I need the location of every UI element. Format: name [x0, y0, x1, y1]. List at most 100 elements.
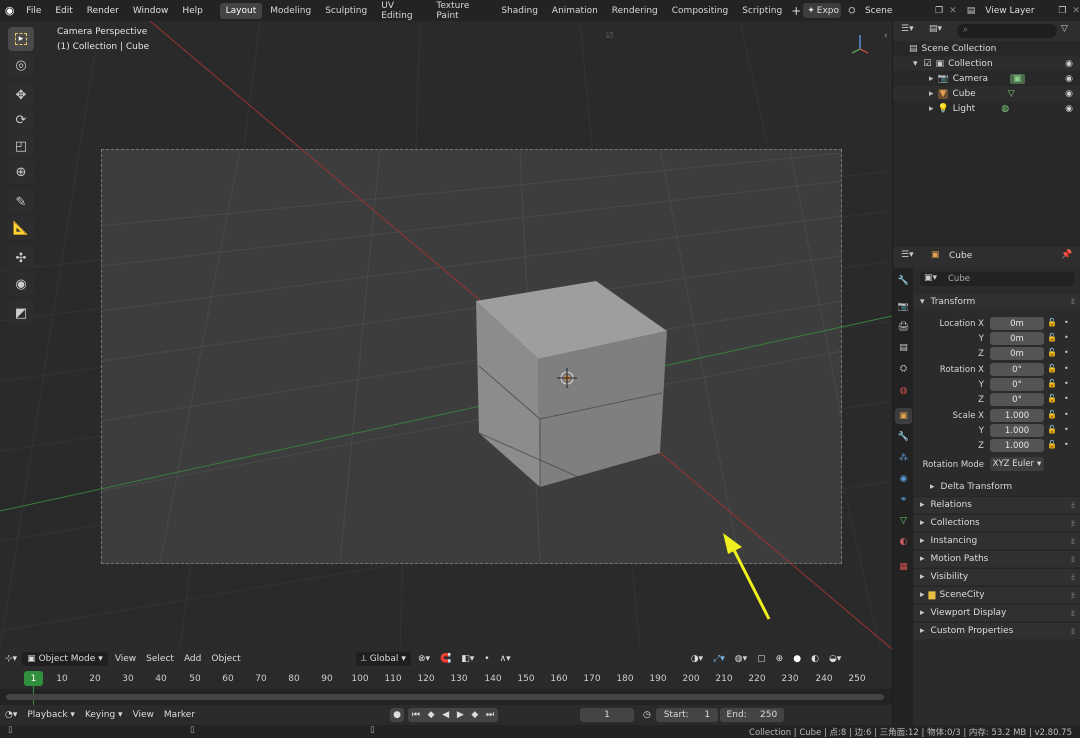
- menu-file[interactable]: File: [19, 6, 48, 16]
- lock-icon[interactable]: 🔓: [1047, 379, 1057, 388]
- output-tab-icon[interactable]: 🖨: [895, 319, 912, 335]
- outliner-row-cube[interactable]: ▸ ▼ Cube ▽ ◉: [893, 86, 1080, 101]
- scale-x-field[interactable]: 1.000: [990, 409, 1044, 422]
- outliner-search-input[interactable]: ⌕: [957, 24, 1057, 38]
- clock-icon[interactable]: ◷: [638, 708, 656, 722]
- view-layer-tab-icon[interactable]: ▤: [895, 340, 912, 356]
- rotation-mode-dropdown[interactable]: XYZ Euler ▾: [990, 457, 1044, 471]
- location-x-field[interactable]: 0m: [990, 317, 1044, 330]
- physics-tab-icon[interactable]: ◉: [895, 471, 912, 487]
- tab-modeling[interactable]: Modeling: [264, 3, 317, 19]
- keyframe-dot-icon[interactable]: •: [1064, 364, 1069, 373]
- camera-data-icon[interactable]: ▣: [1010, 73, 1025, 84]
- tab-sculpting[interactable]: Sculpting: [319, 3, 373, 19]
- scene-icon[interactable]: ⛭: [848, 6, 855, 16]
- data-tab-icon[interactable]: ▽: [895, 513, 912, 529]
- view-menu[interactable]: View: [110, 652, 141, 666]
- shading-wire-icon[interactable]: ⊕: [771, 652, 789, 666]
- add-menu[interactable]: Add: [179, 652, 206, 666]
- pivot-icon[interactable]: ⊗▾: [413, 652, 435, 666]
- drag-grip-icon[interactable]: ⁞⁞: [1071, 501, 1075, 510]
- annotate-tool[interactable]: ✎: [8, 190, 34, 214]
- keyframe-dot-icon[interactable]: •: [1064, 333, 1069, 342]
- lock-icon[interactable]: 🔓: [1047, 333, 1057, 342]
- object-tab-icon[interactable]: ▣: [895, 408, 912, 424]
- rotation-z-field[interactable]: 0°: [990, 393, 1044, 406]
- keyframe-dot-icon[interactable]: •: [1064, 318, 1069, 327]
- menu-window[interactable]: Window: [126, 6, 176, 16]
- scene-copy-icon[interactable]: ❐: [935, 6, 943, 16]
- rotation-y-field[interactable]: 0°: [990, 378, 1044, 391]
- pin-icon[interactable]: 📌: [1061, 250, 1072, 260]
- visibility-panel[interactable]: ▸ Visibility ⁞⁞: [914, 568, 1080, 585]
- tab-animation[interactable]: Animation: [546, 3, 604, 19]
- outliner-row-light[interactable]: ▸ 💡 Light ◍ ◉: [893, 101, 1080, 116]
- editor-type-icon[interactable]: ⊹▾: [0, 652, 22, 666]
- 3d-viewport[interactable]: Camera Perspective (1) Collection | Cube…: [0, 21, 892, 649]
- drag-grip-icon[interactable]: ⁞⁞: [1071, 555, 1075, 564]
- lock-icon[interactable]: 🔓: [1047, 394, 1057, 403]
- tab-layout[interactable]: Layout: [219, 2, 263, 19]
- cursor-tool[interactable]: ◎: [8, 53, 34, 77]
- visibility-icon[interactable]: ◑▾: [686, 652, 708, 666]
- view-layer-icon[interactable]: ▤: [967, 6, 976, 16]
- location-y-field[interactable]: 0m: [990, 332, 1044, 345]
- drag-grip-icon[interactable]: ⁞⁞: [1071, 591, 1075, 600]
- overlay-icon[interactable]: ◍▾: [730, 652, 752, 666]
- shading-render-icon[interactable]: ◒▾: [824, 652, 846, 666]
- world-tab-icon[interactable]: ◍: [895, 383, 912, 399]
- prev-keyframe-icon[interactable]: ◆: [428, 710, 435, 720]
- filter-icon[interactable]: ▽: [1061, 24, 1068, 34]
- lock-icon[interactable]: 🔓: [1047, 425, 1057, 434]
- delta-transform-subpanel[interactable]: ▸ Delta Transform: [924, 479, 1074, 495]
- lock-icon[interactable]: 🔓: [1047, 410, 1057, 419]
- viewport-display-panel[interactable]: ▸ Viewport Display ⁞⁞: [914, 604, 1080, 621]
- keyframe-dot-icon[interactable]: •: [1064, 379, 1069, 388]
- tab-shading[interactable]: Shading: [495, 3, 544, 19]
- outliner-row-collection[interactable]: ▾ ☑ ▣ Collection ◉: [893, 56, 1080, 71]
- transform-orientation-dropdown[interactable]: ⟂ Global ▾: [355, 652, 411, 666]
- tab-scripting[interactable]: Scripting: [736, 3, 788, 19]
- keying-menu[interactable]: Keying ▾: [80, 708, 128, 722]
- relations-panel[interactable]: ▸ Relations ⁞⁞: [914, 496, 1080, 513]
- end-frame-field[interactable]: End: 250: [719, 708, 784, 722]
- view-layer-copy-icon[interactable]: ❐: [1058, 6, 1066, 16]
- transform-panel-header[interactable]: ▾ Transform ⁞⁞: [914, 294, 1080, 309]
- mesh-data-icon[interactable]: ▽: [1008, 89, 1015, 99]
- custom-properties-panel[interactable]: ▸ Custom Properties ⁞⁞: [914, 622, 1080, 639]
- playback-menu[interactable]: Playback ▾: [22, 708, 80, 722]
- move-tool[interactable]: ✥: [8, 83, 34, 107]
- view-layer-name[interactable]: View Layer: [985, 6, 1048, 16]
- keyframe-dot-icon[interactable]: •: [1064, 348, 1069, 357]
- rotate-tool[interactable]: ⟳: [8, 108, 34, 132]
- snap-target-icon[interactable]: ◧▾: [456, 652, 479, 666]
- instancing-panel[interactable]: ▸ Instancing ⁞⁞: [914, 532, 1080, 549]
- expand-arrow-icon[interactable]: ▸: [929, 89, 934, 99]
- jump-end-icon[interactable]: ⏭: [486, 710, 494, 720]
- scale-z-field[interactable]: 1.000: [990, 439, 1044, 452]
- timeline-scrollbar[interactable]: [6, 694, 884, 700]
- keyframe-dot-icon[interactable]: •: [1064, 440, 1069, 449]
- transform-tool[interactable]: ⊕: [8, 160, 34, 184]
- next-keyframe-icon[interactable]: ◆: [471, 710, 478, 720]
- keyframe-dot-icon[interactable]: •: [1064, 410, 1069, 419]
- gizmo-icon[interactable]: ⤢▾: [708, 652, 730, 666]
- visibility-eye-icon[interactable]: ◉: [1065, 59, 1073, 69]
- visibility-eye-icon[interactable]: ◉: [1065, 104, 1073, 114]
- outliner-row-scene-collection[interactable]: ▤ Scene Collection: [893, 41, 1080, 56]
- expand-arrow-icon[interactable]: ▸: [929, 104, 934, 114]
- select-box-tool[interactable]: ▸: [8, 27, 34, 51]
- lock-icon[interactable]: 🔓: [1047, 364, 1057, 373]
- scene-tab-icon[interactable]: ⛭: [895, 361, 912, 377]
- light-data-icon[interactable]: ◍: [1001, 104, 1009, 114]
- current-frame-field[interactable]: 1: [580, 708, 635, 722]
- tab-rendering[interactable]: Rendering: [606, 3, 664, 19]
- outliner-row-camera[interactable]: ▸ 📷 Camera ▣ ◉: [893, 71, 1080, 86]
- camera-lock-icon[interactable]: ⧄: [606, 27, 614, 42]
- texture-tab-icon[interactable]: ▦: [895, 559, 912, 575]
- timeline-ruler[interactable]: 10 20 30 40 50 60 70 80 90 100 110 120 1…: [0, 669, 892, 689]
- tab-uv-editing[interactable]: UV Editing: [375, 0, 428, 24]
- properties-editor-icon[interactable]: ☰▾: [901, 250, 914, 260]
- display-mode-icon[interactable]: ▤▾: [929, 24, 942, 34]
- drag-grip-icon[interactable]: ⁞⁞: [1071, 537, 1075, 546]
